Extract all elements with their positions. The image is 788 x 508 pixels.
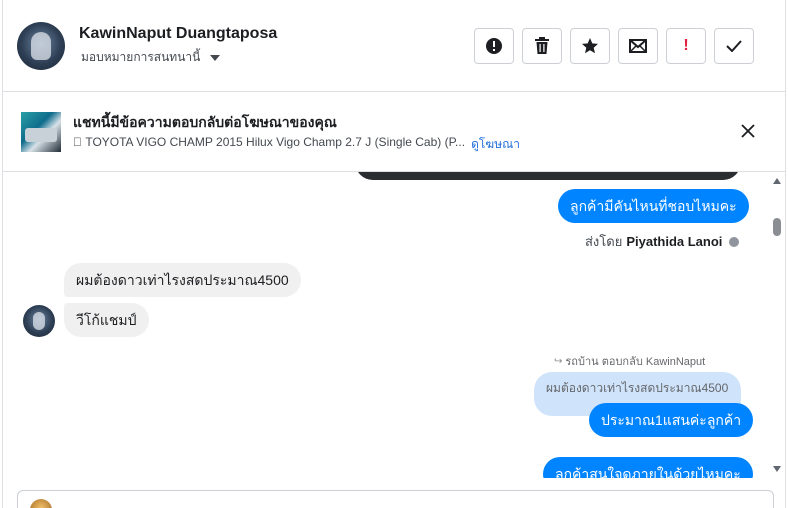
close-banner-button[interactable] [741, 124, 757, 140]
mark-done-button[interactable] [714, 28, 754, 64]
sent-by-prefix: ส่งโดย [585, 234, 623, 249]
mark-spam-button[interactable] [474, 28, 514, 64]
star-icon [582, 38, 598, 54]
incoming-message[interactable]: ผมต้องดาวเท่าไรงสดประมาณ4500 [64, 263, 301, 297]
conversation-toolbar: ! [474, 28, 754, 64]
reply-context-text: รถบ้าน ตอบกลับ KawinNaput [565, 356, 706, 368]
ad-banner-title: แชทนี้มีข้อความตอบกลับต่อโฆษณาของคุณ [73, 114, 337, 130]
mark-unread-button[interactable] [618, 28, 658, 64]
ad-reply-banner: แชทนี้มีข้อความตอบกลับต่อโฆษณาของคุณ 􀀀 T… [3, 92, 785, 172]
follow-up-button[interactable]: ! [666, 28, 706, 64]
alert-circle-icon [486, 38, 502, 54]
reply-context-label: ↪ รถบ้าน ตอบกลับ KawinNaput [554, 352, 705, 370]
contact-avatar-small[interactable] [23, 305, 55, 337]
thread-scrollbar[interactable] [770, 172, 785, 478]
check-icon [726, 40, 742, 52]
exclamation-icon: ! [683, 37, 689, 54]
outgoing-message[interactable]: ลูกค้ามีคันไหนที่ชอบไหมคะ [558, 189, 749, 223]
scroll-down-arrow-icon[interactable] [773, 466, 781, 472]
ad-thumbnail[interactable] [21, 112, 61, 152]
contact-avatar[interactable] [17, 22, 65, 70]
assign-conversation-dropdown[interactable]: มอบหมายการสนทนานี้ [81, 48, 221, 67]
message-composer [17, 490, 774, 508]
assign-label: มอบหมายการสนทนานี้ [81, 50, 201, 64]
outgoing-message[interactable]: ประมาณ1แสนค่ะลูกค้า [589, 403, 754, 437]
view-ad-link[interactable]: ดูโฆษณา [471, 135, 520, 154]
star-button[interactable] [570, 28, 610, 64]
inbox-conversation-view: KawinNaput Duangtaposa มอบหมายการสนทนานี… [0, 0, 788, 508]
message-thread[interactable]: ลูกค้ามีคันไหนที่ชอบไหมคะ ส่งโดย Piyathi… [3, 172, 770, 478]
caret-down-icon [210, 54, 221, 61]
seen-indicator-icon [729, 236, 740, 247]
sent-by-line: ส่งโดย Piyathida Lanoi [585, 231, 740, 252]
ad-description: 􀀀 TOYOTA VIGO CHAMP 2015 Hilux Vigo Cham… [73, 135, 466, 149]
close-icon [741, 124, 755, 138]
reply-arrow-icon: ↪ [554, 355, 563, 367]
scroll-up-arrow-icon[interactable] [773, 178, 781, 184]
conversation-header: KawinNaput Duangtaposa มอบหมายการสนทนานี… [3, 0, 785, 92]
trash-icon [535, 37, 549, 54]
message-input[interactable] [62, 497, 752, 508]
previous-media-message[interactable] [355, 172, 741, 180]
ad-banner-subtitle: 􀀀 TOYOTA VIGO CHAMP 2015 Hilux Vigo Cham… [73, 135, 520, 154]
page-avatar [30, 499, 52, 508]
sent-by-name: Piyathida Lanoi [626, 234, 723, 249]
panel-border-right [785, 0, 786, 508]
outgoing-message[interactable]: ลูกค้าสนใจดูภายในด้วยไหมคะ [543, 457, 753, 478]
delete-button[interactable] [522, 28, 562, 64]
envelope-icon [629, 39, 647, 53]
contact-name[interactable]: KawinNaput Duangtaposa [79, 25, 277, 43]
scrollbar-thumb[interactable] [773, 218, 781, 236]
incoming-message[interactable]: วีโก้แชมป์ [64, 303, 149, 337]
